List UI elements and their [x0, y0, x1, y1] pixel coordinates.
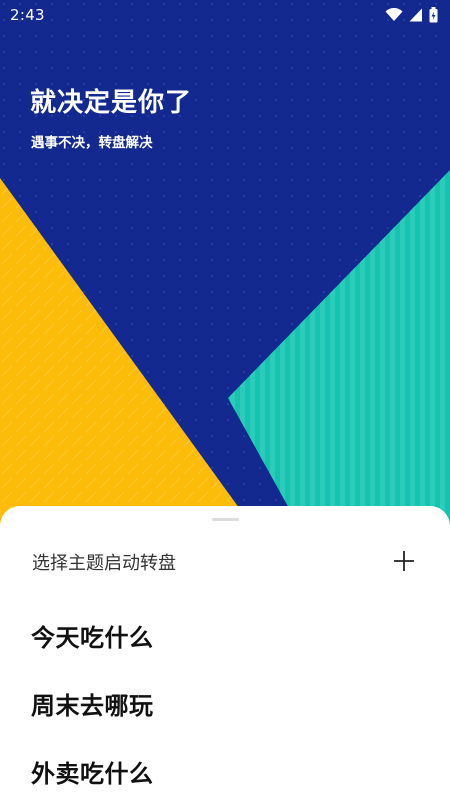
- sheet-header: 选择主题启动转盘: [32, 547, 418, 575]
- hero-subtitle: 遇事不决，转盘解决: [31, 135, 153, 151]
- plus-icon: [394, 551, 414, 571]
- status-bar: 2:43: [0, 0, 450, 30]
- battery-icon: [429, 7, 438, 23]
- app-screen: 2:43 就决定是你了 遇事不决，转盘解决 选择主题启动转盘 今天吃什么 周末去…: [0, 0, 450, 799]
- theme-bottom-sheet: 选择主题启动转盘 今天吃什么 周末去哪玩 外卖吃什么: [0, 506, 450, 799]
- theme-item-today-eat[interactable]: 今天吃什么: [31, 618, 154, 686]
- status-icons: [385, 6, 438, 24]
- cellular-signal-icon: [409, 8, 423, 22]
- hero-title: 就决定是你了: [30, 88, 193, 118]
- status-time: 2:43: [10, 6, 45, 24]
- sheet-drag-handle[interactable]: [212, 518, 239, 521]
- theme-item-takeout-eat[interactable]: 外卖吃什么: [31, 754, 154, 799]
- sheet-title: 选择主题启动转盘: [32, 553, 176, 574]
- wifi-icon: [385, 8, 403, 22]
- theme-item-weekend-trip[interactable]: 周末去哪玩: [31, 686, 154, 754]
- add-theme-button[interactable]: [390, 547, 418, 575]
- theme-list: 今天吃什么 周末去哪玩 外卖吃什么: [31, 618, 154, 799]
